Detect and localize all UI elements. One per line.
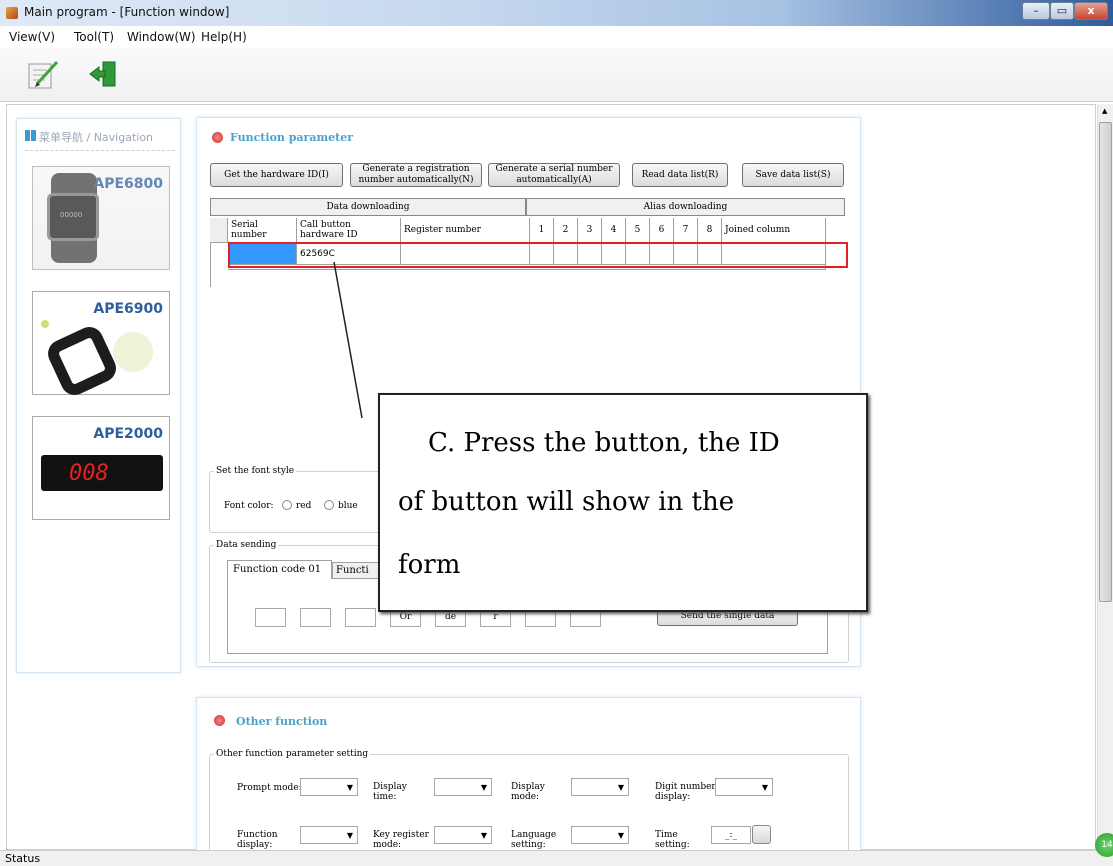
panel-title: Other function (236, 715, 328, 728)
other-setting-label: Other function parameter setting (214, 749, 371, 759)
dropdown-icon: ▼ (480, 783, 487, 792)
annotation-callout: C. Press the button, the ID of button wi… (378, 393, 868, 612)
function-display-label: Function display: (237, 830, 278, 850)
time-setting-label: Time setting: (655, 830, 690, 850)
dropdown-icon: ▼ (346, 783, 353, 792)
notification-badge[interactable]: 14 (1095, 833, 1113, 857)
time-spinner-button[interactable] (752, 825, 771, 844)
callout-line-1: C. Press the button, the ID (428, 428, 780, 458)
display-time-label: Display time: (373, 782, 407, 802)
status-bar: Status (0, 850, 1113, 866)
dropdown-icon: ▼ (480, 831, 487, 840)
function-display-select[interactable]: ▼ (300, 826, 358, 844)
dropdown-icon: ▼ (617, 831, 624, 840)
key-register-label: Key register mode: (373, 830, 429, 850)
info-icon (214, 715, 225, 726)
key-register-select[interactable]: ▼ (434, 826, 492, 844)
time-input[interactable]: _:_ (711, 826, 751, 844)
status-text: Status (5, 852, 41, 865)
callout-line-2: of button will show in the (398, 487, 735, 517)
language-label: Language setting: (511, 830, 557, 850)
language-select[interactable]: ▼ (571, 826, 629, 844)
prompt-mode-select[interactable]: ▼ (300, 778, 358, 796)
display-mode-label: Display mode: (511, 782, 545, 802)
digit-number-select[interactable]: ▼ (715, 778, 773, 796)
prompt-mode-label: Prompt mode: (237, 783, 302, 793)
other-function-panel: Other function Other function parameter … (196, 697, 861, 864)
display-time-select[interactable]: ▼ (434, 778, 492, 796)
callout-line-3: form (398, 550, 461, 580)
dropdown-icon: ▼ (617, 783, 624, 792)
dropdown-icon: ▼ (346, 831, 353, 840)
dropdown-icon: ▼ (761, 783, 768, 792)
digit-number-label: Digit number display: (655, 782, 716, 802)
display-mode-select[interactable]: ▼ (571, 778, 629, 796)
